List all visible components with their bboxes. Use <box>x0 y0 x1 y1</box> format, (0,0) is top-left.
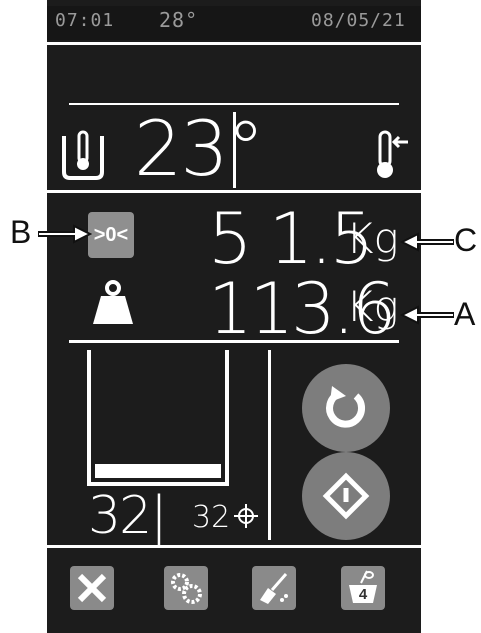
status-bar: 07:01 28° 08/05/21 <box>47 6 421 40</box>
callout-b: B <box>10 214 32 250</box>
settings-button[interactable] <box>164 566 208 610</box>
tare-button[interactable]: >0< <box>88 212 134 258</box>
reset-button[interactable] <box>302 364 390 452</box>
broom-icon <box>260 573 288 604</box>
weight-divider <box>69 340 399 343</box>
callout-c-arrow <box>399 232 455 256</box>
callout-b-arrow <box>37 224 93 248</box>
callout-c: C <box>454 222 478 258</box>
tools-button[interactable] <box>70 566 114 610</box>
tank-sub-value: 32 <box>192 500 231 535</box>
tank-gauge <box>87 350 229 486</box>
gears-icon <box>171 573 202 604</box>
tank-split <box>268 350 271 540</box>
tank-count: 32| <box>88 486 168 546</box>
thermometer-in-container-icon <box>60 126 106 184</box>
status-date: 08/05/21 <box>311 10 406 31</box>
net-weight-unit: Kg <box>346 214 399 263</box>
start-button[interactable] <box>302 452 390 540</box>
callout-a-arrow <box>399 305 455 329</box>
temperature-value: 23° <box>134 104 265 193</box>
status-divider <box>47 42 421 45</box>
cleaning-button[interactable] <box>252 566 296 610</box>
recipe-button[interactable]: 4 <box>341 566 385 610</box>
temp-split <box>233 112 236 188</box>
status-temperature: 28° <box>159 8 199 32</box>
gross-weight-unit: Kg <box>346 282 399 331</box>
tare-label: >0< <box>93 223 129 246</box>
tools-icon <box>77 573 107 603</box>
callout-a: A <box>454 296 476 332</box>
tank-level-fill <box>95 464 221 478</box>
recipe-number: 4 <box>358 586 368 603</box>
target-icon <box>234 504 258 532</box>
temp-divider <box>47 190 421 193</box>
status-time: 07:01 <box>55 10 115 31</box>
thermometer-arrow-icon <box>372 130 412 184</box>
reset-icon <box>326 386 366 428</box>
start-diamond-icon <box>322 472 370 520</box>
weight-icon <box>91 280 135 330</box>
toolbar-divider <box>47 545 421 548</box>
